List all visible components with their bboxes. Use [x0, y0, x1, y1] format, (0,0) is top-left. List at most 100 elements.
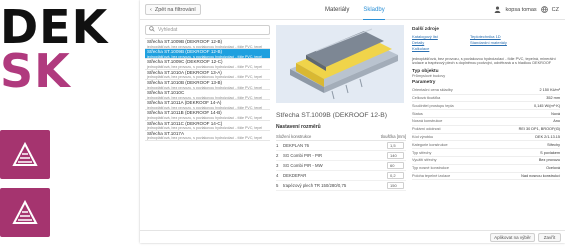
layer-number: 1	[276, 143, 279, 148]
param-value: Ano	[553, 119, 560, 124]
search-icon	[149, 26, 155, 34]
param-row: Celková tloušťka 352 mm	[412, 95, 560, 103]
action-bar: Aplikovat na výběr Zavřít	[140, 230, 565, 243]
tab-materials[interactable]: Materiály	[325, 0, 349, 20]
composition-description: jednoplášťová, bez provozu, s povlakovou…	[412, 57, 556, 66]
list-item[interactable]: Střecha ST.1011A (DEKROOF 14-A) jednopláš…	[145, 100, 270, 111]
list-item-desc: jednoplášťová, bez provozu, s povlakovou…	[147, 105, 263, 110]
object-type-value: Průmyslové budovy	[412, 73, 446, 78]
list-item-desc: jednoplášťová, bez provozu, s povlakovou…	[147, 126, 263, 131]
thickness-select[interactable]: 1,5	[387, 142, 404, 149]
thickness-field[interactable]: 150	[387, 182, 404, 189]
search-placeholder: Vyhledat	[158, 27, 178, 33]
list-item-selected[interactable]: Střecha ST.1009B (DEKROOF 12-B) jednopláš…	[145, 49, 270, 60]
layers-header: Složení konstrukce tloušťka [mm]	[276, 134, 406, 141]
search-input[interactable]: Vyhledat	[145, 25, 270, 35]
param-key: Požární odolnost	[412, 127, 441, 132]
layer-row: 2 SG Combi PIR - PIR 140	[276, 151, 406, 161]
list-item[interactable]: Střecha ST.1009B (DEKROOF 12-B) jednopláš…	[145, 39, 270, 50]
param-row: Kód výrobku DEK 2/1.13.15	[412, 134, 560, 142]
list-item-desc: jednoplášťová, bez provozu, s povlakovou…	[147, 95, 263, 100]
param-value: 0,145 W/(m²·K)	[534, 103, 560, 108]
param-row: Kategorie konstrukce Střechy	[412, 141, 560, 150]
composition-list-panel: Vyhledat Střecha ST.1009B (DEKROOF 12-B)…	[145, 25, 270, 141]
link-standard-materials[interactable]: Standardní materiály	[470, 40, 507, 46]
thickness-field[interactable]: 60	[387, 162, 404, 169]
param-row: Nosná konstrukce Ano	[412, 118, 560, 126]
param-row: Požární odolnost REI 30 DP1, BROOF(t3)	[412, 126, 560, 134]
layer-number: 2	[276, 153, 279, 158]
resources-heading: Další zdroje	[412, 27, 439, 32]
back-to-filter-button[interactable]: ‹ Zpět na filtrování	[145, 4, 201, 15]
param-row: Poloha tepelné izolace Nad nosnou konstru…	[412, 173, 560, 181]
thickness-select[interactable]: 140	[387, 152, 404, 159]
list-item-desc: jednoplášťová, bez provozu, s povlakovou…	[147, 54, 263, 59]
param-row: Využití střechy Bez provozu	[412, 157, 560, 165]
param-key: Status	[412, 111, 423, 116]
composition-list: Střecha ST.1009B (DEKROOF 12-B) jednopláš…	[145, 38, 270, 141]
link-calculation[interactable]: Kalkulace	[412, 46, 470, 52]
tab-compositions[interactable]: Skladby	[363, 0, 385, 20]
close-button[interactable]: Zavřít	[538, 233, 561, 242]
user-icon[interactable]	[494, 6, 501, 15]
dek-badge-icon	[0, 188, 50, 237]
param-key: Poloha tepelné izolace	[412, 173, 451, 178]
apply-to-selection-button[interactable]: Aplikovat na výběr	[490, 233, 535, 242]
dek-badge-icon	[0, 130, 50, 179]
param-key: Typ střechy	[412, 150, 432, 155]
list-item-desc: jednoplášťová, bez provozu, s povlakovou…	[147, 65, 263, 70]
param-row: Typ střechy S povlakem	[412, 149, 560, 157]
parameters-heading: Parametry	[412, 79, 436, 85]
list-item[interactable]: Střecha ST.1011B (DEKROOF 14-B) jednopláš…	[145, 110, 270, 121]
param-key: Součinitel prostupu tepla	[412, 103, 454, 108]
info-panel: Další zdroje Katalogový list Teplotechni…	[412, 27, 560, 181]
layer-row: 1 DEKPLAN 76 1,5	[276, 141, 406, 151]
param-key: Využití střechy	[412, 158, 437, 163]
list-item[interactable]: Střecha ST.1010B (DEKROOF 13-B) jednopláš…	[145, 80, 270, 90]
layer-row: 3 SG Combi PIR - MW 60	[276, 161, 406, 171]
list-item-desc: jednoplášťová, bez provozu, s povlakovou…	[147, 85, 263, 90]
param-value: 2 150 Kč/m²	[539, 88, 560, 93]
list-item[interactable]: Střecha ST.1011C (DEKROOF 14-C) jednopláš…	[145, 121, 270, 131]
user-name[interactable]: kopsa tomas	[505, 7, 536, 13]
top-bar: ‹ Zpět na filtrování Materiály Skladby k…	[140, 0, 565, 20]
list-item-desc: jednoplášťová, bez provozu, s povlakovou…	[147, 44, 263, 49]
param-key: Orientační cena skladby	[412, 88, 453, 93]
param-row: Status Nová	[412, 110, 560, 118]
language-selector[interactable]: CZ	[552, 7, 559, 13]
param-key: Celková tloušťka	[412, 96, 441, 100]
roof-composition-illustration	[276, 25, 404, 103]
param-key: Nosná konstrukce	[412, 119, 443, 124]
param-row: Orientační cena skladby 2 150 Kč/m²	[412, 87, 560, 95]
param-value: Střechy	[547, 142, 560, 147]
thickness-field[interactable]: 0,2	[387, 172, 404, 179]
param-key: Typ nosné konstrukce	[412, 166, 449, 171]
main-tabs: Materiály Skladby	[325, 0, 385, 20]
resource-links-row: Kalkulace	[412, 46, 560, 52]
param-value: Nová	[551, 111, 560, 116]
param-value: Bez provozu	[538, 158, 560, 163]
list-item[interactable]: Střecha ST.1010C jednoplášťová, bez provo…	[145, 90, 270, 101]
param-value: Nad nosnou konstrukcí	[521, 173, 560, 178]
param-key: Kód výrobku	[412, 134, 434, 139]
layer-number: 5	[276, 183, 279, 188]
globe-icon[interactable]	[540, 5, 548, 15]
list-item-desc: jednoplášťová, bez provozu, s povlakovou…	[147, 116, 263, 121]
brand-area: DEK SK	[0, 0, 140, 249]
list-item[interactable]: Střecha ST.1009C (DEKROOF 12-C) jednopláš…	[145, 59, 270, 70]
param-row: Typ nosné konstrukce Ocelová	[412, 165, 560, 173]
param-value: Ocelová	[546, 166, 560, 171]
layer-row: 4 DEKDEPAR 0,2	[276, 171, 406, 181]
param-value: S povlakem	[540, 150, 560, 155]
list-item[interactable]: Střecha ST.1017A jednoplášťová, bez provo…	[145, 131, 270, 141]
layers-column-thickness: tloušťka [mm]	[380, 134, 406, 139]
layer-number: 3	[276, 163, 279, 168]
param-row: Součinitel prostupu tepla 0,145 W/(m²·K)	[412, 102, 560, 111]
chevron-left-icon: ‹	[150, 6, 152, 13]
logo-sk-text: SK	[0, 44, 71, 98]
param-value: REI 30 DP1, BROOF(t3)	[518, 127, 560, 132]
param-value: 352 mm	[546, 96, 560, 100]
layers-column-composition: Složení konstrukce	[276, 134, 312, 139]
layer-number: 4	[276, 173, 279, 178]
list-item[interactable]: Střecha ST.1010A (DEKROOF 13-A) jednopláš…	[145, 70, 270, 80]
